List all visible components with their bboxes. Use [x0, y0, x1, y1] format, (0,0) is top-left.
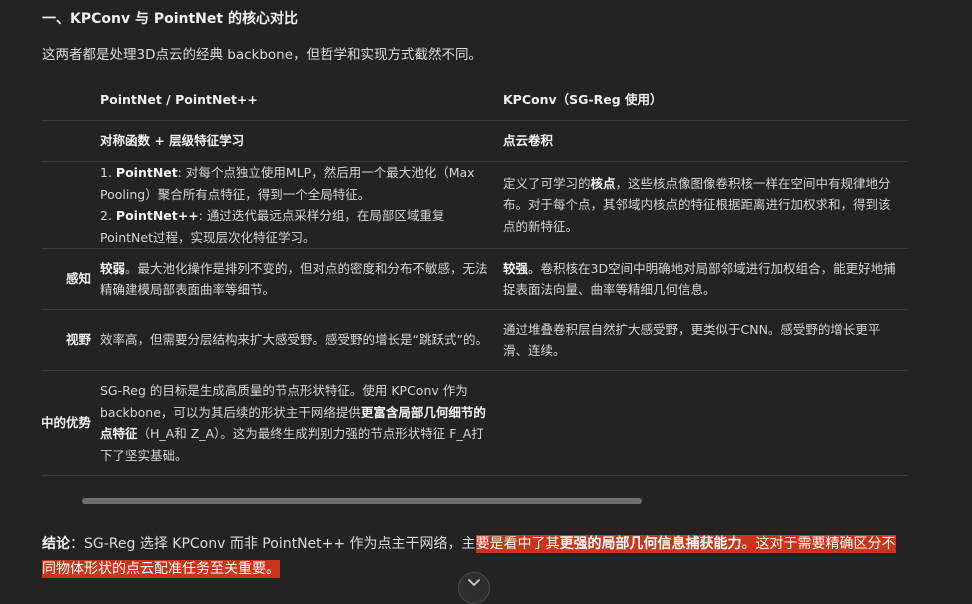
cell-pointnet: 对称函数 + 层级特征学习: [100, 120, 503, 162]
comparison-table-container[interactable]: PointNet / PointNet++ KPConv（SG-Reg 使用） …: [42, 80, 908, 496]
cell-kpconv: 定义了可学习的核点，这些核点像图像卷积核一样在空间中有规律地分布。对于每个点，其…: [503, 161, 908, 249]
list-item: 1. PointNet: 对每个点独立使用MLP，然后用一个最大池化（Max P…: [100, 165, 475, 202]
table-row: 中的优势 SG-Reg 的目标是生成高质量的节点形状特征。使用 KPConv 作…: [42, 370, 908, 476]
cell-kpconv: 通过堆叠卷积层自然扩大感受野，更类似于CNN。感受野的增长更平滑、连续。: [503, 309, 908, 371]
cell-pointnet: 效率高，但需要分层结构来扩大感受野。感受野的增长是“跳跃式”的。: [100, 309, 503, 371]
conclusion-label: 结论: [42, 536, 70, 552]
row-label: 中的优势: [42, 370, 100, 476]
cell-text: 定义了可学习的: [503, 175, 591, 191]
highlighted-text: 要是看中了其: [475, 535, 560, 553]
section-heading: 一、KPConv 与 PointNet 的核心对比: [42, 11, 298, 27]
table-header-row: PointNet / PointNet++ KPConv（SG-Reg 使用）: [42, 80, 908, 121]
cell-kpconv: 较强。卷积核在3D空间中明确地对局部邻域进行加权组合，能更好地捕捉表面法向量、曲…: [503, 248, 908, 310]
cell-bold-text: 点云卷积: [503, 133, 554, 149]
scrollbar-thumb[interactable]: [82, 498, 642, 504]
cell-text: 。最大池化操作是排列不变的，但对点的密度和分布不敏感，无法精确建模局部表面曲率等…: [100, 260, 488, 298]
horizontal-scrollbar[interactable]: [42, 496, 908, 506]
cell-text: （H_A和 Z_A）。这为最终生成判别力强的节点形状特征 F_A打下了坚实基础。: [100, 426, 484, 463]
row-label: [42, 120, 100, 162]
table-row: 感知 较弱。最大池化操作是排列不变的，但对点的密度和分布不敏感，无法精确建模局部…: [42, 248, 908, 310]
cell-pointnet: 较弱。最大池化操作是排列不变的，但对点的密度和分布不敏感，无法精确建模局部表面曲…: [100, 248, 503, 310]
list-item-bold: PointNet: [115, 165, 178, 180]
comparison-table: PointNet / PointNet++ KPConv（SG-Reg 使用） …: [42, 80, 908, 476]
cell-kpconv: [503, 370, 908, 476]
header-cell-empty: [42, 80, 100, 121]
cell-bold-text: 对称函数 + 层级特征学习: [100, 133, 245, 149]
cell-bold-text: 较弱: [100, 260, 126, 276]
highlighted-bold-text: 更强的局部几何信息捕获能力: [559, 535, 742, 553]
cell-text: 。卷积核在3D空间中明确地对局部邻域进行加权组合，能更好地捕捉表面法向量、曲率等…: [503, 260, 896, 298]
list-item-bold: PointNet++: [115, 208, 199, 223]
cell-bold-text: 核点: [590, 175, 616, 191]
row-label: 视野: [42, 309, 100, 371]
cell-kpconv: 点云卷积: [503, 120, 908, 162]
intro-text: 这两者都是处理3D点云的经典 backbone，但哲学和实现方式截然不同。: [42, 47, 483, 63]
row-label: [42, 161, 100, 249]
scroll-down-button[interactable]: [458, 572, 490, 604]
table-row: 1. PointNet: 对每个点独立使用MLP，然后用一个最大池化（Max P…: [42, 161, 908, 249]
list-item: 2. PointNet++: 通过迭代最远点采样分组，在局部区域重复PointN…: [100, 208, 445, 245]
cell-bold-text: 较强: [503, 260, 529, 276]
header-cell-kpconv: KPConv（SG-Reg 使用）: [503, 80, 908, 121]
table-row: 对称函数 + 层级特征学习 点云卷积: [42, 120, 908, 162]
row-label: 感知: [42, 248, 100, 310]
header-cell-pointnet: PointNet / PointNet++: [100, 80, 503, 121]
cell-pointnet: SG-Reg 的目标是生成高质量的节点形状特征。使用 KPConv 作为 bac…: [100, 370, 503, 476]
cell-pointnet: 1. PointNet: 对每个点独立使用MLP，然后用一个最大池化（Max P…: [100, 161, 503, 249]
conclusion-text: ：SG-Reg 选择 KPConv 而非 PointNet++ 作为点主干网络，…: [70, 536, 476, 552]
table-row: 视野 效率高，但需要分层结构来扩大感受野。感受野的增长是“跳跃式”的。 通过堆叠…: [42, 309, 908, 371]
chevron-down-icon: [468, 579, 480, 586]
